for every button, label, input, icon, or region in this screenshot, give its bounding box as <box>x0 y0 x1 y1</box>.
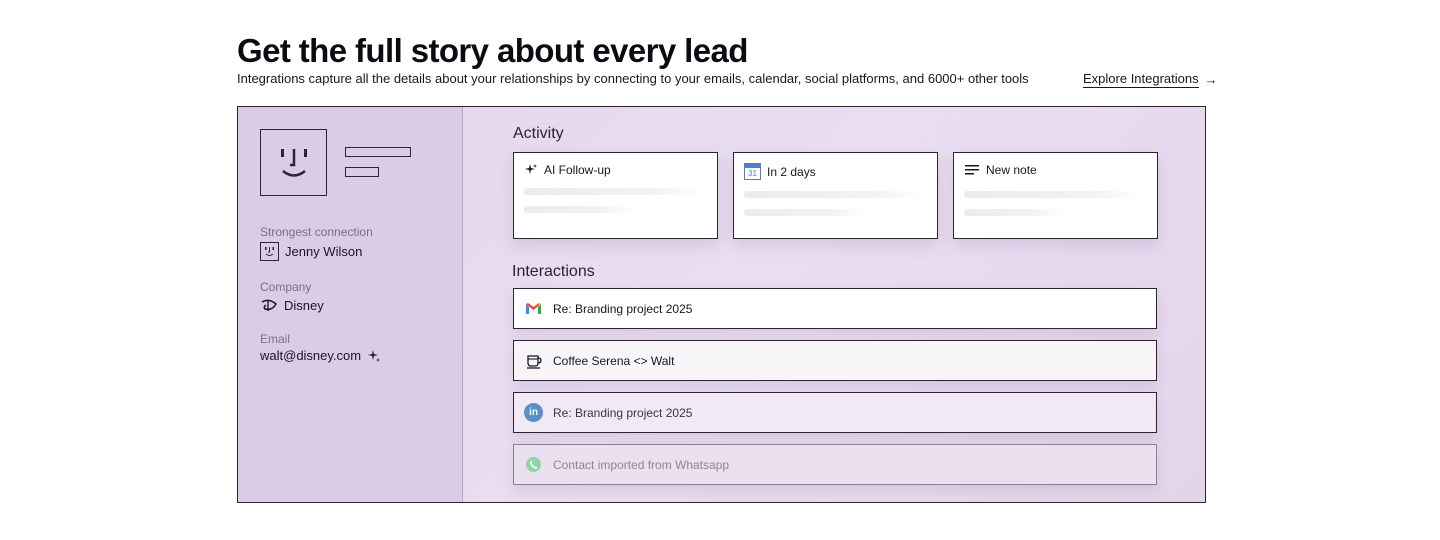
interaction-row-linkedin[interactable]: in Re: Branding project 2025 <box>513 392 1157 433</box>
activity-card-ai-followup[interactable]: AI Follow-up <box>513 152 718 239</box>
mini-face-icon <box>260 242 279 261</box>
name-placeholder-bar <box>345 147 411 157</box>
sparkle-icon <box>368 349 381 362</box>
face-icon <box>281 149 307 177</box>
activity-card-label: In 2 days <box>767 164 816 179</box>
page-title: Get the full story about every lead <box>237 32 748 69</box>
interaction-label: Contact imported from Whatsapp <box>553 457 730 472</box>
activity-card-label: New note <box>986 163 1037 177</box>
skeleton-line <box>744 191 924 198</box>
strongest-connection-label: Strongest connection <box>260 225 373 239</box>
gmail-icon <box>524 299 543 318</box>
explore-integrations-link[interactable]: Explore Integrations → <box>1083 71 1218 88</box>
activity-card-in-2-days[interactable]: 31 In 2 days <box>733 152 938 239</box>
note-lines-icon <box>965 165 979 175</box>
linkedin-icon: in <box>524 403 543 422</box>
whatsapp-icon <box>524 455 543 474</box>
skeleton-line <box>524 188 704 195</box>
skeleton-line <box>964 191 1144 198</box>
activity-card-label: AI Follow-up <box>544 163 611 177</box>
sparkle-icon <box>525 164 537 174</box>
company-name: Disney <box>284 297 324 313</box>
email-value[interactable]: walt@disney.com <box>260 348 381 363</box>
strongest-connection-name: Jenny Wilson <box>285 244 363 259</box>
calendar-icon: 31 <box>744 163 761 180</box>
skeleton-line <box>964 209 1064 216</box>
email-address: walt@disney.com <box>260 348 362 363</box>
lead-panel: Strongest connection Jenny Wilson Compan… <box>237 106 1206 503</box>
interaction-row-email[interactable]: Re: Branding project 2025 <box>513 288 1157 329</box>
interaction-label: Re: Branding project 2025 <box>553 405 693 420</box>
activity-title: Activity <box>513 125 564 142</box>
interaction-row-whatsapp[interactable]: Contact imported from Whatsapp <box>513 444 1157 485</box>
email-label: Email <box>260 332 291 346</box>
strongest-connection-value[interactable]: Jenny Wilson <box>260 242 362 261</box>
interaction-label: Re: Branding project 2025 <box>553 301 693 316</box>
arrow-right-icon: → <box>1204 72 1218 87</box>
avatar <box>260 129 327 196</box>
profile-sidebar: Strongest connection Jenny Wilson Compan… <box>238 107 463 502</box>
interaction-label: Coffee Serena <> Walt <box>553 353 675 368</box>
activity-card-new-note[interactable]: New note <box>953 152 1158 239</box>
page-subtitle: Integrations capture all the details abo… <box>237 71 1029 86</box>
interactions-title: Interactions <box>512 263 595 280</box>
coffee-cup-icon <box>524 351 543 370</box>
title-placeholder-bar <box>345 167 379 177</box>
company-label: Company <box>260 280 312 294</box>
disney-logo-icon <box>261 299 277 311</box>
interaction-row-coffee[interactable]: Coffee Serena <> Walt <box>513 340 1157 381</box>
skeleton-line <box>524 206 634 213</box>
company-value[interactable]: Disney <box>260 297 324 313</box>
skeleton-line <box>744 209 864 216</box>
explore-integrations-label: Explore Integrations <box>1083 71 1199 88</box>
